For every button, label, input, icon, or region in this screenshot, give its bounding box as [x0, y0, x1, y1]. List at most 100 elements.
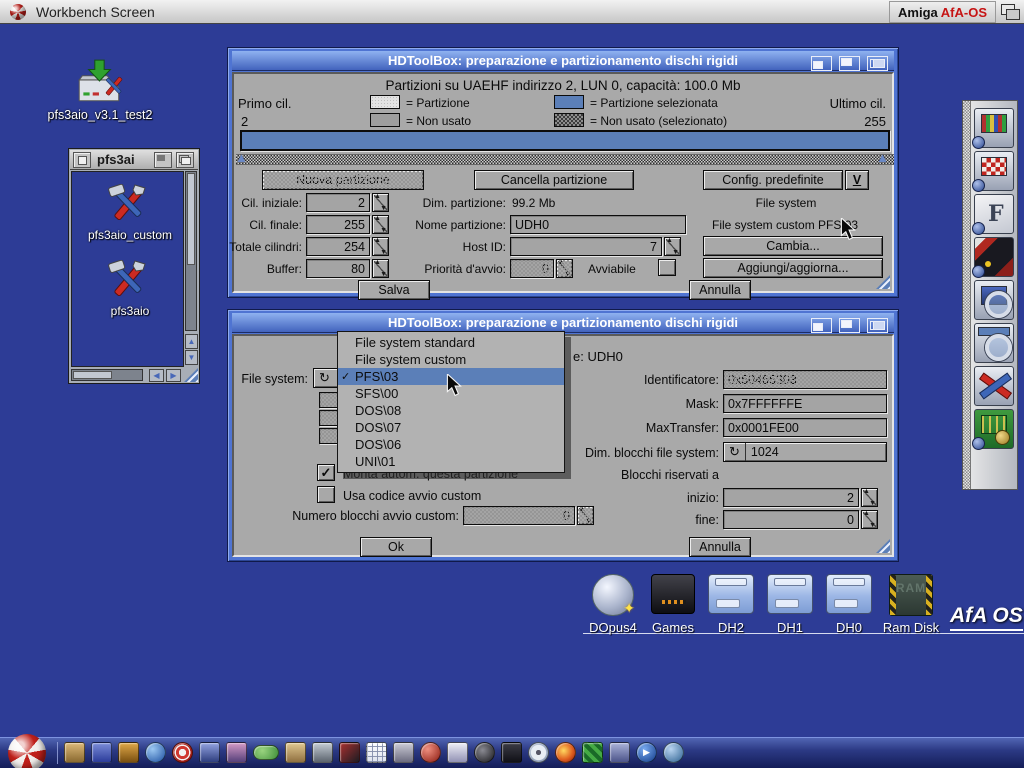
play-icon[interactable] — [636, 742, 657, 763]
zoom-gadget-icon[interactable] — [154, 152, 172, 168]
scroll-left-icon[interactable]: ◀ — [149, 369, 164, 382]
dock-item-dh2[interactable]: DH2 — [701, 574, 761, 614]
custom-bootcode-checkbox[interactable] — [317, 486, 335, 503]
dock-item-ramdisk[interactable]: RAM Ram Disk — [881, 574, 941, 616]
globe-icon[interactable] — [145, 742, 166, 763]
dock-item-dh1[interactable]: DH1 — [760, 574, 820, 614]
depth-gadget-icon[interactable] — [176, 152, 194, 168]
doc-icon[interactable] — [447, 742, 468, 763]
ramdisk-icon[interactable]: RAM — [889, 574, 933, 616]
end-cyl-input[interactable]: 255 — [306, 215, 370, 234]
pfs3ai-window[interactable]: pfs3ai pfs3aio_custom pfs3aio ▲ ▼ ◀ ▶ — [68, 148, 200, 384]
drawer-icon[interactable] — [64, 742, 85, 763]
font-doc-icon[interactable] — [974, 194, 1014, 234]
green-vhs-icon[interactable] — [582, 742, 603, 763]
resize-gadget-icon[interactable] — [184, 368, 198, 382]
dropdown-item[interactable]: UNI\01 — [338, 453, 564, 470]
mask-input[interactable]: 0x7FFFFFFE — [723, 394, 887, 413]
scroll-up-icon[interactable]: ▲ — [185, 334, 198, 349]
zoom-gadget-icon[interactable] — [839, 318, 860, 333]
dh2-drive-icon[interactable] — [708, 574, 754, 614]
new-partition-button[interactable]: Nuova partizione — [262, 170, 424, 190]
screen-depth-gadget-icon[interactable] — [1001, 4, 1020, 20]
reserved-start-spinner[interactable]: ▲▼ — [861, 488, 878, 507]
dropdown-item[interactable]: File system custom — [338, 351, 564, 368]
cylinder-strip[interactable] — [236, 154, 894, 165]
pfs3aio-icon[interactable] — [106, 260, 150, 300]
cancel-button-w2[interactable]: Annulla — [689, 537, 751, 557]
horizontal-scrollbar[interactable] — [71, 369, 143, 381]
horizontal-scroll-thumb[interactable] — [73, 371, 112, 379]
hdtoolbox1-titlebar[interactable]: HDToolBox: preparazione e partizionament… — [232, 51, 894, 71]
soundcard-icon[interactable] — [974, 409, 1014, 449]
automount-checkbox[interactable]: ✓ — [317, 464, 335, 481]
scroll-right-icon[interactable]: ▶ — [166, 369, 181, 382]
partition-name-input[interactable]: UDH0 — [510, 215, 686, 234]
onair-icon[interactable] — [501, 742, 522, 763]
pfs3aio-custom-icon[interactable] — [106, 184, 150, 224]
boot-priority-input[interactable]: 0 — [510, 259, 554, 278]
cd-icon[interactable] — [528, 742, 549, 763]
calculator-icon[interactable] — [393, 742, 414, 763]
grid-icon[interactable] — [366, 742, 387, 763]
iconify-gadget-icon[interactable] — [811, 56, 832, 71]
depth-gadget-icon[interactable] — [867, 56, 888, 71]
save-button[interactable]: Salva — [358, 280, 430, 300]
preset-config-button[interactable]: Config. predefinite — [703, 170, 843, 190]
monitor-pink-icon[interactable] — [226, 742, 247, 763]
range-marker-right-icon[interactable]: ▲ — [876, 151, 889, 164]
vertical-scrollbar[interactable] — [185, 171, 197, 331]
buffer-input[interactable]: 80 — [306, 259, 370, 278]
dh0-drive-icon[interactable] — [826, 574, 872, 614]
host-id-input[interactable]: 7 — [510, 237, 662, 256]
total-cyl-spinner[interactable]: ▲▼ — [372, 237, 389, 256]
dh1-drive-icon[interactable] — [767, 574, 813, 614]
boot-priority-spinner[interactable]: ▲▼ — [556, 259, 573, 278]
end-cyl-spinner[interactable]: ▲▼ — [372, 215, 389, 234]
picture-dark-icon[interactable] — [339, 742, 360, 763]
dropdown-item[interactable]: DOS\08 — [338, 402, 564, 419]
reserved-end-input[interactable]: 0 — [723, 510, 859, 529]
boing-monitor-icon[interactable] — [974, 151, 1014, 191]
fireball-icon[interactable] — [555, 742, 576, 763]
range-marker-left-icon[interactable]: ▲ — [235, 151, 248, 164]
resize-gadget-icon[interactable] — [876, 539, 890, 553]
host-id-spinner[interactable]: ▲▼ — [664, 237, 681, 256]
reserved-end-spinner[interactable]: ▲▼ — [861, 510, 878, 529]
bootable-checkbox[interactable] — [658, 259, 676, 276]
dropdown-item[interactable]: DOS\06 — [338, 436, 564, 453]
dock-item-dh0[interactable]: DH0 — [819, 574, 879, 614]
start-cyl-input[interactable]: 2 — [306, 193, 370, 212]
identifier-input[interactable]: 0x50465303 — [723, 370, 887, 389]
zoom-gadget-icon[interactable] — [839, 56, 860, 71]
scroll-down-icon[interactable]: ▼ — [185, 350, 198, 365]
trash-up-icon[interactable] — [118, 742, 139, 763]
total-cyl-input[interactable]: 254 — [306, 237, 370, 256]
delete-partition-button[interactable]: Cancella partizione — [474, 170, 634, 190]
speaker-icon[interactable] — [474, 742, 495, 763]
depth-gadget-icon[interactable] — [867, 318, 888, 333]
monitor-blue-icon[interactable] — [199, 742, 220, 763]
installer-disk-icon[interactable] — [74, 58, 126, 106]
hdtoolbox2-titlebar[interactable]: HDToolBox: preparazione e partizionament… — [232, 313, 894, 333]
pfs3ai-titlebar[interactable]: pfs3ai — [70, 150, 198, 170]
dropdown-item[interactable]: File system standard — [338, 334, 564, 351]
blocksize-cycle[interactable]: ↻1024 — [723, 442, 887, 462]
iconify-gadget-icon[interactable] — [811, 318, 832, 333]
scanner-icon[interactable] — [312, 742, 333, 763]
screenmode-magnifier-icon[interactable] — [974, 280, 1014, 320]
dock-item-dopus4[interactable]: DOpus4 — [583, 574, 643, 616]
preset-config-dropdown-button[interactable]: V — [845, 170, 869, 190]
window-magnifier-icon[interactable] — [974, 323, 1014, 363]
vertical-scroll-thumb[interactable] — [187, 173, 195, 265]
dock-grip-icon[interactable] — [963, 101, 971, 489]
dopus4-icon[interactable] — [592, 574, 634, 616]
cancel-button-w1[interactable]: Annulla — [689, 280, 751, 300]
close-gadget-icon[interactable] — [73, 152, 91, 168]
window-panel-icon[interactable] — [609, 742, 630, 763]
taskbar-menu-ball-icon[interactable] — [8, 734, 46, 768]
clipboard-icon[interactable] — [285, 742, 306, 763]
dock-item-games[interactable]: Games — [643, 574, 703, 614]
add-update-button[interactable]: Aggiungi/aggiorna... — [703, 258, 883, 278]
maxtransfer-input[interactable]: 0x0001FE00 — [723, 418, 887, 437]
